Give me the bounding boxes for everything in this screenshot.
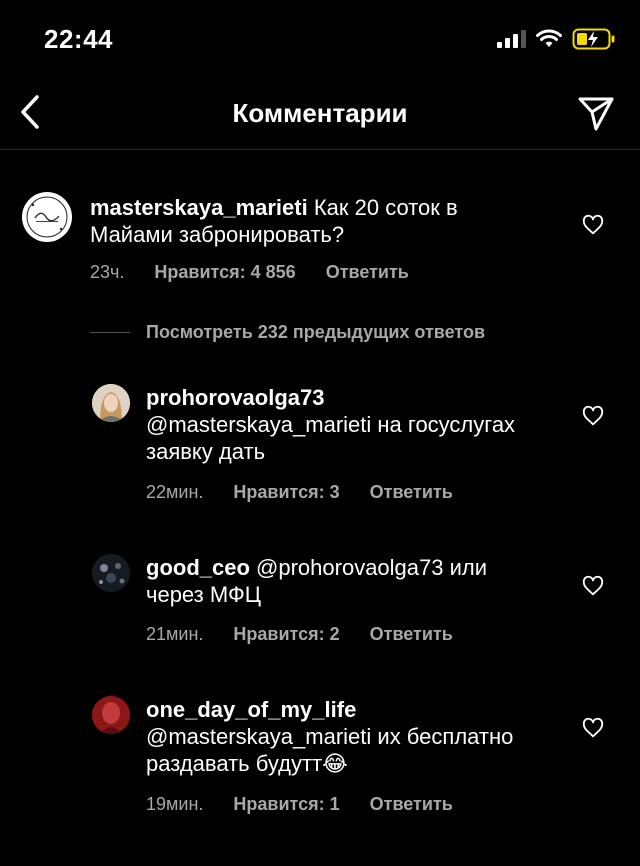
heart-icon[interactable] bbox=[582, 214, 604, 236]
user-photo-icon bbox=[92, 696, 130, 734]
reply-text: prohorovaolga73 @masterskaya_marieti на … bbox=[146, 384, 566, 465]
reply-meta: 22мин. Нравится: 3 Ответить bbox=[146, 482, 453, 503]
cellular-signal-icon bbox=[497, 30, 526, 48]
paper-plane-icon bbox=[578, 97, 614, 131]
reply-meta: 19мин. Нравится: 1 Ответить bbox=[146, 794, 453, 815]
user-photo-icon bbox=[92, 554, 130, 592]
heart-icon[interactable] bbox=[582, 575, 604, 597]
user-photo-icon bbox=[92, 384, 130, 422]
comment: masterskaya_marieti Как 20 соток в Майам… bbox=[22, 192, 540, 248]
status-bar: 22:44 bbox=[0, 0, 640, 80]
avatar[interactable] bbox=[92, 384, 130, 422]
reply-likes[interactable]: Нравится: 1 bbox=[233, 794, 339, 815]
reply-time: 19мин. bbox=[146, 794, 204, 814]
masterskaya-logo-icon bbox=[26, 196, 68, 238]
reply-text: good_ceo @prohorovaolga73 или через МФЦ bbox=[146, 554, 546, 608]
reply-text: one_day_of_my_life @masterskaya_marieti … bbox=[146, 696, 546, 777]
share-button[interactable] bbox=[576, 94, 616, 134]
reply-username[interactable]: good_ceo bbox=[146, 555, 250, 580]
comment-time: 23ч. bbox=[90, 262, 125, 282]
nav-bar: Комментарии bbox=[0, 80, 640, 150]
avatar[interactable] bbox=[92, 696, 130, 734]
reply-likes[interactable]: Нравится: 3 bbox=[233, 482, 339, 503]
comment-text: masterskaya_marieti Как 20 соток в Майам… bbox=[90, 194, 540, 248]
comment-username[interactable]: masterskaya_marieti bbox=[90, 195, 308, 220]
reply-time: 21мин. bbox=[146, 624, 204, 644]
reply-mention[interactable]: @prohorovaolga73 bbox=[256, 555, 443, 580]
reply-button[interactable]: Ответить bbox=[370, 624, 453, 645]
view-previous-label: Посмотреть 232 предыдущих ответов bbox=[146, 322, 486, 342]
heart-icon[interactable] bbox=[582, 717, 604, 739]
status-time: 22:44 bbox=[44, 24, 113, 54]
reply-button[interactable]: Ответить bbox=[326, 262, 409, 283]
reply-time: 22мин. bbox=[146, 482, 204, 502]
reply-likes[interactable]: Нравится: 2 bbox=[233, 624, 339, 645]
divider bbox=[90, 332, 130, 333]
comment-meta: 23ч. Нравится: 4 856 Ответить bbox=[90, 262, 409, 283]
reply-username[interactable]: one_day_of_my_life bbox=[146, 696, 546, 723]
avatar[interactable] bbox=[22, 192, 72, 242]
reply-username[interactable]: prohorovaolga73 bbox=[146, 384, 566, 411]
view-previous-replies-button[interactable]: Посмотреть 232 предыдущих ответов bbox=[90, 322, 485, 343]
wifi-icon bbox=[536, 29, 562, 47]
heart-icon[interactable] bbox=[582, 405, 604, 427]
reply-mention[interactable]: @masterskaya_marieti bbox=[146, 412, 371, 437]
page-title: Комментарии bbox=[232, 98, 408, 128]
battery-charging-icon bbox=[572, 28, 615, 50]
comment-likes[interactable]: Нравится: 4 856 bbox=[154, 262, 295, 283]
reply-button[interactable]: Ответить bbox=[370, 794, 453, 815]
reply-mention[interactable]: @masterskaya_marieti bbox=[146, 724, 371, 749]
reply-meta: 21мин. Нравится: 2 Ответить bbox=[146, 624, 453, 645]
reply-comment: good_ceo @prohorovaolga73 или через МФЦ bbox=[92, 554, 546, 608]
reply-comment: one_day_of_my_life @masterskaya_marieti … bbox=[92, 696, 546, 777]
reply-comment: prohorovaolga73 @masterskaya_marieti на … bbox=[92, 384, 566, 465]
reply-button[interactable]: Ответить bbox=[370, 482, 453, 503]
status-icons bbox=[497, 24, 616, 54]
avatar[interactable] bbox=[92, 554, 130, 592]
